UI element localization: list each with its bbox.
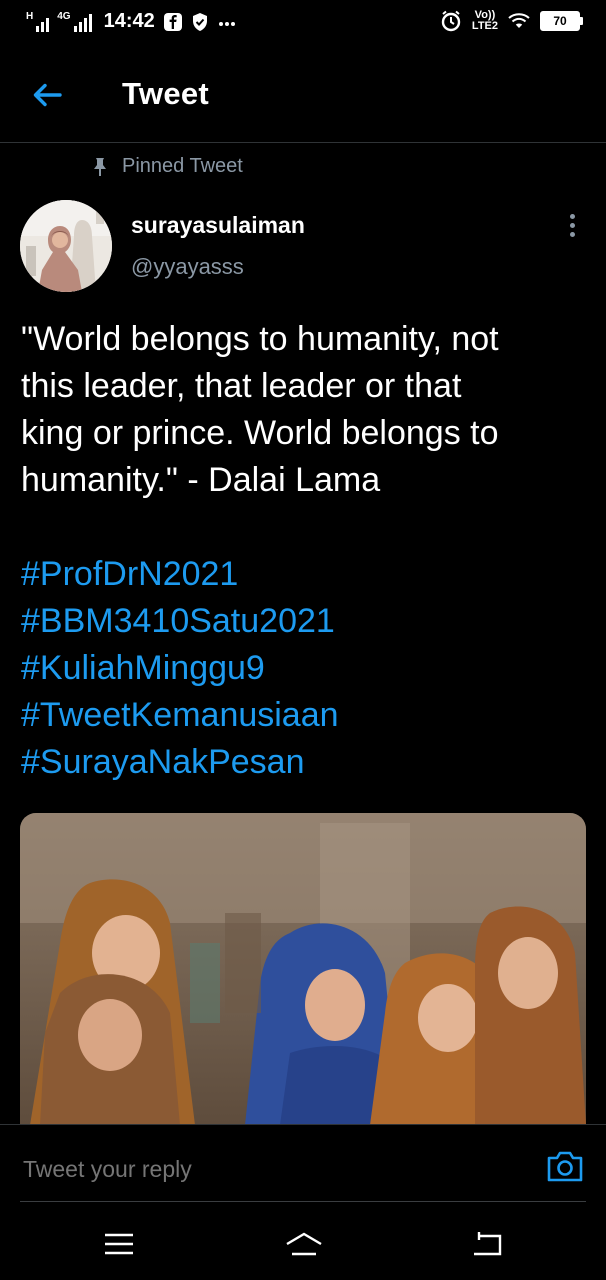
wifi-icon — [508, 13, 530, 28]
hashtag-list: #ProfDrN2021 #BBM3410Satu2021 #KuliahMin… — [21, 551, 591, 786]
hashtag-link[interactable]: #BBM3410Satu2021 — [21, 598, 591, 645]
tweet-media-image[interactable] — [20, 813, 586, 1125]
volte-bottom-label: LTE2 — [471, 20, 498, 32]
alarm-icon — [441, 10, 461, 32]
hashtag-link[interactable]: #ProfDrN2021 — [21, 551, 591, 598]
facebook-icon — [163, 12, 182, 31]
signal-icon: H — [26, 10, 50, 32]
status-time: 14:42 — [103, 10, 155, 32]
reply-composer — [0, 1124, 606, 1209]
signal-icon: 4G — [57, 10, 92, 32]
menu-icon[interactable] — [102, 1230, 136, 1258]
arrow-left-icon[interactable] — [30, 78, 64, 112]
home-icon[interactable] — [285, 1230, 323, 1258]
reply-input[interactable] — [21, 1155, 505, 1184]
status-bar-left: H 4G 14:42 — [26, 10, 237, 33]
pinned-indicator: Pinned Tweet — [92, 155, 243, 178]
hashtag-link[interactable]: #TweetKemanusiaan — [21, 692, 591, 739]
avatar-image — [20, 200, 112, 292]
pinned-label: Pinned Tweet — [122, 155, 243, 177]
more-notifications-icon — [218, 21, 235, 26]
more-options-icon[interactable] — [562, 214, 582, 242]
hashtag-link[interactable]: #SurayaNakPesan — [21, 739, 591, 786]
tweet-text-line: humanity." - Dalai Lama — [21, 461, 381, 499]
battery-icon: 70 — [540, 11, 583, 31]
author-display-name[interactable]: surayasulaiman — [131, 212, 305, 239]
shield-icon — [192, 12, 207, 31]
children-photo — [20, 813, 586, 1125]
status-bar: H 4G 14:42 Vo)) LTE2 70 — [0, 0, 606, 48]
author-handle[interactable]: @yyayasss — [131, 254, 244, 280]
status-bar-right: Vo)) LTE2 70 — [440, 10, 583, 32]
network-type-1: H — [26, 10, 34, 22]
system-navigation-bar — [0, 1208, 606, 1280]
tweet-text-line: this leader, that leader or that — [21, 367, 462, 405]
reply-divider — [20, 1201, 586, 1202]
tweet-text-line: king or prince. World belongs to — [21, 414, 499, 452]
avatar[interactable] — [20, 200, 112, 292]
pin-icon — [94, 157, 106, 176]
tweet-body: "World belongs to humanity, not this lea… — [21, 316, 591, 504]
tweet-text-line: "World belongs to humanity, not — [21, 320, 499, 358]
page-title: Tweet — [122, 76, 210, 111]
top-app-bar: Tweet — [0, 48, 606, 143]
volte-indicator: Vo)) LTE2 — [472, 10, 498, 32]
hashtag-link[interactable]: #KuliahMinggu9 — [21, 645, 591, 692]
back-icon[interactable] — [470, 1230, 504, 1258]
camera-icon[interactable] — [546, 1149, 584, 1183]
network-type-2: 4G — [57, 10, 71, 22]
